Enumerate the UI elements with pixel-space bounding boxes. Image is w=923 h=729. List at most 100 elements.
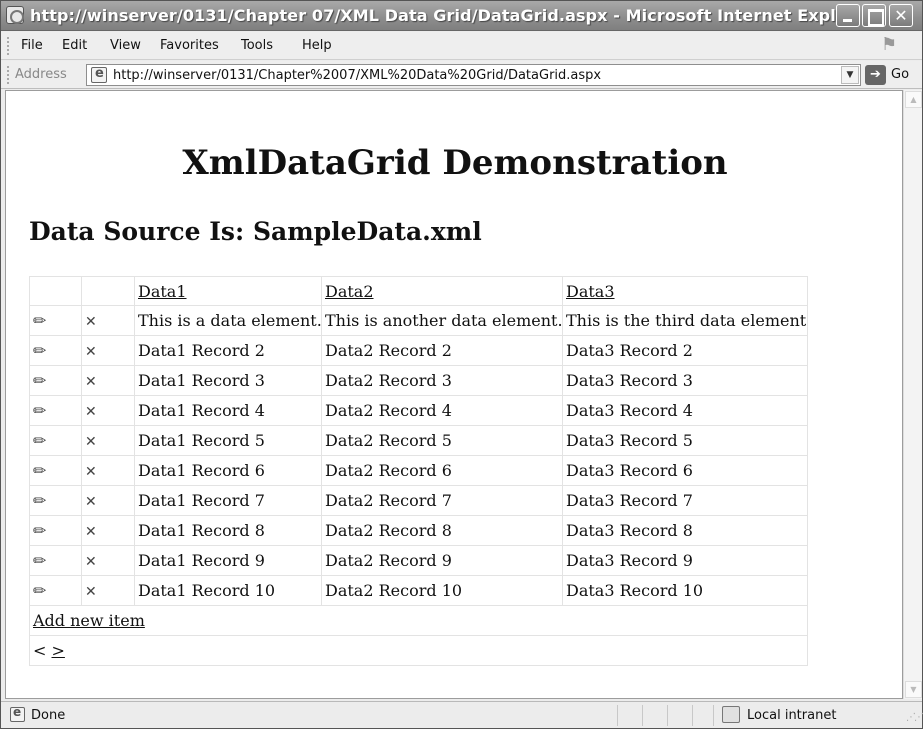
pencil-icon[interactable]: ✏ [33, 551, 46, 570]
vertical-scrollbar[interactable]: ▲ ▼ [903, 90, 922, 699]
status-divider [667, 705, 668, 726]
data-grid: Data1 Data2 Data3 ✏ ✕ This is a data eleme… [29, 276, 808, 666]
close-icon[interactable]: ✕ [85, 314, 97, 330]
address-label: Address [15, 67, 67, 82]
close-icon[interactable]: ✕ [85, 434, 97, 450]
close-icon[interactable]: ✕ [85, 554, 97, 570]
address-input[interactable]: http://winserver/0131/Chapter%2007/XML%2… [86, 64, 861, 86]
sort-data2-link[interactable]: Data2 [325, 282, 374, 301]
pencil-icon[interactable]: ✏ [33, 401, 46, 420]
pencil-icon[interactable]: ✏ [33, 461, 46, 480]
resize-grip-icon[interactable]: ⋰⋰ [906, 712, 923, 723]
pager-next-link[interactable]: > [52, 641, 65, 660]
close-icon[interactable]: ✕ [85, 464, 97, 480]
table-cell: Data2 Record 3 [321, 365, 563, 396]
table-cell: Data1 Record 4 [134, 395, 322, 426]
pencil-icon[interactable]: ✏ [33, 431, 46, 450]
intranet-zone-icon [722, 706, 740, 723]
menu-favorites[interactable]: Favorites [160, 38, 219, 53]
title-bar: http://winserver/0131/Chapter 07/XML Dat… [1, 1, 922, 31]
pencil-icon[interactable]: ✏ [33, 311, 46, 330]
table-row: ✏ ✕ Data1 Record 8 Data2 Record 8 Data3 Reco… [29, 515, 808, 546]
pencil-icon[interactable]: ✏ [33, 341, 46, 360]
maximize-button[interactable] [862, 4, 886, 27]
table-cell: Data2 Record 6 [321, 455, 563, 486]
table-cell: Data1 Record 7 [134, 485, 322, 516]
toolbar-grip[interactable] [7, 66, 9, 84]
table-cell: Data2 Record 7 [321, 485, 563, 516]
table-row: ✏ ✕ Data1 Record 6 Data2 Record 6 Data3 Reco… [29, 455, 808, 486]
add-row: Add new item [29, 605, 808, 636]
grid-header-row: Data1 Data2 Data3 [29, 276, 808, 306]
close-icon[interactable]: ✕ [85, 524, 97, 540]
status-divider [642, 705, 643, 726]
table-cell: Data1 Record 5 [134, 425, 322, 456]
status-divider [692, 705, 693, 726]
table-row: ✏ ✕ Data1 Record 3 Data2 Record 3 Data3 Reco… [29, 365, 808, 396]
address-bar: Address http://winserver/0131/Chapter%20… [1, 61, 922, 89]
pencil-icon[interactable]: ✏ [33, 491, 46, 510]
table-cell: Data2 Record 10 [321, 575, 563, 606]
table-cell: Data2 Record 4 [321, 395, 563, 426]
table-cell: Data1 Record 8 [134, 515, 322, 546]
table-cell: Data3 Record 10 [562, 575, 808, 606]
status-bar: Done Local intranet ⋰⋰ [1, 701, 923, 728]
sort-data3-link[interactable]: Data3 [566, 282, 615, 301]
table-cell: Data1 Record 3 [134, 365, 322, 396]
close-icon[interactable]: ✕ [85, 374, 97, 390]
table-cell: Data1 Record 9 [134, 545, 322, 576]
menu-bar: File Edit View Favorites Tools Help ⚑ [1, 32, 922, 60]
address-url[interactable]: http://winserver/0131/Chapter%2007/XML%2… [113, 68, 601, 83]
grid-body: ✏ ✕ This is a data element. This is another… [29, 305, 808, 606]
scroll-up-icon[interactable]: ▲ [905, 91, 922, 108]
go-button[interactable]: Go [891, 67, 909, 82]
header-edit-spacer [29, 276, 82, 306]
toolbar-grip[interactable] [7, 37, 9, 55]
table-row: ✏ ✕ Data1 Record 2 Data2 Record 2 Data3 Reco… [29, 335, 808, 366]
pencil-icon[interactable]: ✏ [33, 521, 46, 540]
sort-data1-link[interactable]: Data1 [138, 282, 187, 301]
table-cell: Data2 Record 9 [321, 545, 563, 576]
add-new-item-link[interactable]: Add new item [33, 611, 145, 630]
scroll-down-icon[interactable]: ▼ [905, 681, 922, 698]
ie-app-icon [6, 6, 24, 24]
menu-tools[interactable]: Tools [241, 38, 273, 53]
close-icon[interactable]: ✕ [85, 584, 97, 600]
table-row: ✏ ✕ Data1 Record 10 Data2 Record 10 Data3 Re… [29, 575, 808, 606]
page-icon [91, 66, 107, 83]
table-cell: Data3 Record 9 [562, 545, 808, 576]
status-divider [713, 705, 714, 726]
close-icon[interactable]: ✕ [85, 344, 97, 360]
table-cell: Data1 Record 10 [134, 575, 322, 606]
data-source-heading: Data Source Is: SampleData.xml [29, 217, 482, 246]
pencil-icon[interactable]: ✏ [33, 371, 46, 390]
menu-edit[interactable]: Edit [62, 38, 87, 53]
status-text: Done [31, 708, 66, 723]
table-cell: Data3 Record 5 [562, 425, 808, 456]
menu-help[interactable]: Help [302, 38, 332, 53]
table-row: ✏ ✕ Data1 Record 9 Data2 Record 9 Data3 Reco… [29, 545, 808, 576]
close-icon[interactable]: ✕ [85, 404, 97, 420]
table-cell: Data1 Record 6 [134, 455, 322, 486]
table-cell: Data3 Record 7 [562, 485, 808, 516]
menu-file[interactable]: File [21, 38, 43, 53]
close-button[interactable] [889, 4, 913, 27]
table-row: ✏ ✕ Data1 Record 4 Data2 Record 4 Data3 Reco… [29, 395, 808, 426]
table-cell: Data1 Record 2 [134, 335, 322, 366]
table-row: ✏ ✕ Data1 Record 7 Data2 Record 7 Data3 Reco… [29, 485, 808, 516]
pencil-icon[interactable]: ✏ [33, 581, 46, 600]
go-arrow-icon[interactable]: ➔ [865, 65, 886, 85]
chevron-down-icon[interactable]: ▼ [841, 66, 859, 84]
table-cell: This is another data element. [321, 305, 563, 336]
table-cell: Data3 Record 2 [562, 335, 808, 366]
menu-view[interactable]: View [110, 38, 141, 53]
close-icon[interactable]: ✕ [85, 494, 97, 510]
table-cell: Data3 Record 8 [562, 515, 808, 546]
browser-window: http://winserver/0131/Chapter 07/XML Dat… [0, 0, 923, 729]
page-content: XmlDataGrid Demonstration Data Source Is… [5, 90, 903, 699]
table-cell: This is a data element. [134, 305, 322, 336]
minimize-button[interactable] [836, 4, 860, 27]
table-row: ✏ ✕ Data1 Record 5 Data2 Record 5 Data3 Reco… [29, 425, 808, 456]
page-done-icon [10, 705, 25, 722]
page-title: XmlDataGrid Demonstration [182, 143, 728, 183]
